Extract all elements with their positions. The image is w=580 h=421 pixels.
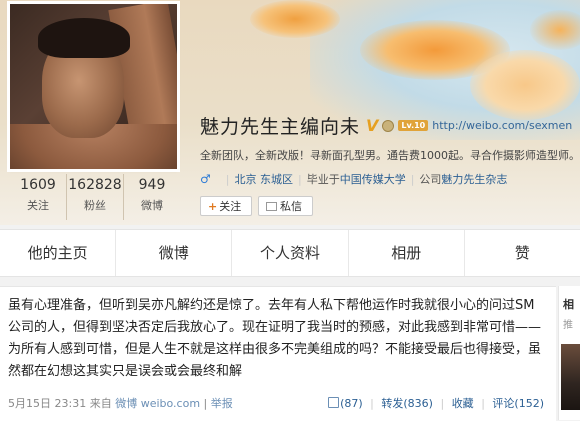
company-prefix: 公司 [419, 173, 442, 186]
verified-badge-icon[interactable]: V [366, 116, 378, 135]
post-card: 虽有心理准备，但听到吴亦凡解约还是惊了。去年有人私下帮他运作时我就很小心的问过S… [0, 286, 556, 421]
repost-button[interactable]: 转发(836) [381, 397, 433, 410]
thumbs-up-icon [328, 397, 340, 408]
cover-flower [250, 0, 340, 38]
stat-value: 162828 [68, 177, 122, 193]
follow-button[interactable]: + 关注 [200, 196, 252, 216]
comment-button[interactable]: 评论(152) [492, 397, 544, 410]
stat-posts[interactable]: 949 微博 [124, 174, 180, 220]
side-panel-subtitle[interactable]: 推 [563, 316, 580, 331]
stat-label: 粉丝 [84, 199, 106, 212]
location-link[interactable]: 北京 东城区 [234, 171, 293, 187]
school-prefix: 毕业于 [306, 173, 340, 186]
envelope-icon [266, 202, 277, 211]
tab-likes[interactable]: 赞 [465, 230, 580, 276]
profile-stats: 1609 关注 162828 粉丝 949 微博 [10, 174, 180, 220]
post-source-link[interactable]: 微博 weibo.com [115, 397, 200, 410]
side-panel-thumbnail[interactable] [561, 344, 580, 410]
divider: | [225, 172, 230, 186]
stat-label: 微博 [141, 199, 163, 212]
medal-icon[interactable] [382, 119, 395, 132]
post-source-prefix: 来自 [89, 397, 112, 410]
plus-icon: + [208, 200, 218, 213]
company-link[interactable]: 魅力先生杂志 [441, 171, 507, 187]
message-button[interactable]: 私信 [258, 196, 313, 216]
school-link[interactable]: 中国传媒大学 [340, 171, 406, 187]
follow-label: 关注 [219, 200, 242, 213]
tab-album[interactable]: 相册 [349, 230, 465, 276]
stat-label: 关注 [27, 199, 49, 212]
divider: | [297, 172, 302, 186]
side-panel-title: 相 [563, 298, 574, 311]
gender-male-icon: ♂ [200, 172, 211, 186]
tab-weibo[interactable]: 微博 [116, 230, 233, 276]
stat-value: 1609 [20, 177, 56, 193]
favorite-button[interactable]: 收藏 [452, 397, 474, 410]
post-timestamp[interactable]: 5月15日 23:31 [8, 397, 86, 410]
profile-name: 魅力先生主编向未 [200, 116, 361, 138]
like-count: (87) [340, 397, 363, 410]
stat-following[interactable]: 1609 关注 [10, 174, 67, 220]
profile-meta-row: ♂ | 北京 东城区 | 毕业于 中国传媒大学 | 公司 魅力先生杂志 [200, 171, 507, 187]
tab-home[interactable]: 他的主页 [0, 230, 117, 276]
tab-profile-info[interactable]: 个人资料 [232, 230, 349, 276]
divider: | [410, 172, 415, 186]
report-link[interactable]: 举报 [211, 397, 233, 410]
profile-bio: 全新团队，全新改版！寻新面孔型男。通告费1000起。寻合作摄影师造型师。 [200, 149, 580, 162]
stat-followers[interactable]: 162828 粉丝 [67, 174, 124, 220]
divider: | [203, 397, 208, 410]
divider: | [481, 397, 485, 410]
profile-url-link[interactable]: http://weibo.com/sexmen [432, 119, 572, 132]
cover-flower [470, 50, 580, 120]
level-badge[interactable]: Lv.10 [398, 120, 429, 131]
profile-tabs: 他的主页 微博 个人资料 相册 赞 [0, 229, 580, 277]
avatar[interactable] [10, 4, 177, 169]
stat-value: 949 [138, 177, 166, 193]
post-actions: (87) | 转发(836) | 收藏 | 评论(152) [328, 395, 544, 411]
divider: | [370, 397, 374, 410]
like-button[interactable]: (87) [328, 397, 363, 410]
divider: | [440, 397, 445, 410]
post-meta: 5月15日 23:31 来自 微博 weibo.com | 举报 [8, 395, 233, 411]
side-panel: 相 推 [558, 286, 580, 420]
post-text: 虽有心理准备，但听到吴亦凡解约还是惊了。去年有人私下帮他运作时我就很小心的问过S… [8, 298, 542, 379]
message-label: 私信 [280, 200, 302, 213]
profile-name-row: 魅力先生主编向未 V Lv.10 http://weibo.com/sexmen [200, 112, 572, 139]
